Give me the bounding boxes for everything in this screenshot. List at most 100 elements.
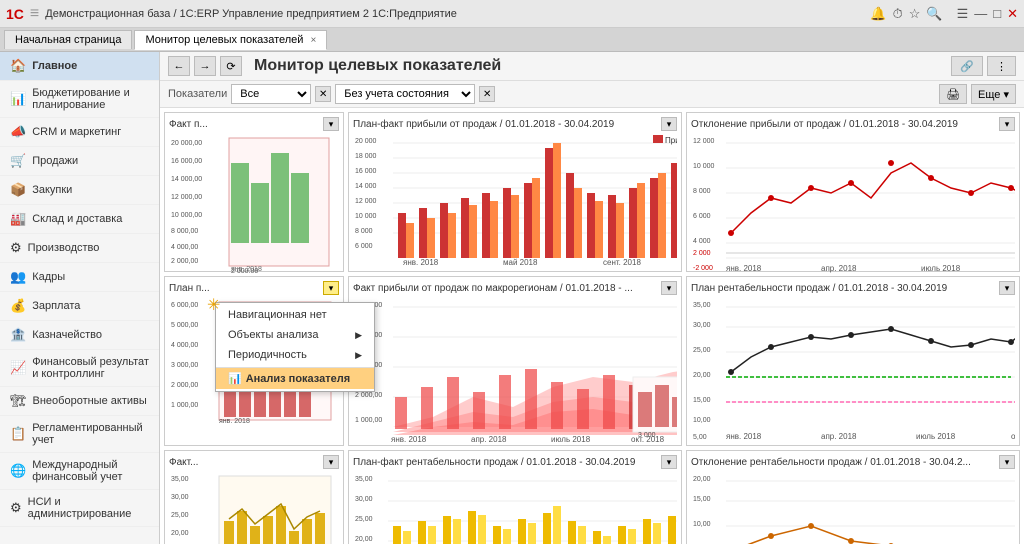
chart-deviation-profit-menu[interactable]: ▾ (999, 117, 1015, 131)
tab-close-btn[interactable]: × (311, 35, 317, 46)
chart-deviation-profit-title: Отклонение прибыли от продаж / 01.01.201… (691, 119, 958, 130)
app-logo: 1С (6, 6, 24, 22)
chart-plan-menu[interactable]: ▾ (323, 281, 339, 295)
svg-text:15,00: 15,00 (693, 496, 711, 503)
ctx-period-arrow: ▶ (355, 350, 362, 361)
svg-text:янв. 2018: янв. 2018 (726, 264, 762, 273)
chart-plan-profitability-menu[interactable]: ▾ (999, 281, 1015, 295)
chart-plan-profitability-title: План рентабельности продаж / 01.01.2018 … (691, 283, 947, 294)
svg-text:2 000,00: 2 000,00 (171, 382, 198, 389)
sidebar-item-purchases[interactable]: 📦 Закупки (0, 176, 159, 205)
link-button[interactable]: 🔗 (951, 56, 983, 76)
minimize-icon[interactable]: — (974, 6, 987, 21)
filter-indicators-select[interactable]: Все (231, 84, 311, 104)
chart-deviation-profit-inner: 12 000 10 000 8 000 6 000 4 000 (691, 133, 1015, 273)
sidebar-item-sales[interactable]: 🛒 Продажи (0, 147, 159, 176)
svg-text:янв. 2018: янв. 2018 (231, 266, 262, 273)
svg-text:20,00: 20,00 (693, 372, 711, 379)
bell-icon[interactable]: 🔔 (870, 6, 886, 22)
svg-text:35,00: 35,00 (171, 476, 189, 483)
sidebar-item-assets[interactable]: 🏗 Внеоборотные активы (0, 387, 159, 416)
refresh-button[interactable]: ⟳ (220, 56, 242, 76)
svg-text:35,00: 35,00 (355, 476, 373, 483)
tab-home[interactable]: Начальная страница (4, 30, 132, 49)
maximize-icon[interactable]: □ (993, 6, 1001, 21)
sidebar-item-warehouse[interactable]: 🏭 Склад и доставка (0, 205, 159, 234)
chart-deviationprof-svg: 20,00 15,00 10,00 5,00 (691, 471, 1015, 544)
ctx-analysis-label: Анализ показателя (246, 373, 350, 385)
chart-deviation-prof-menu[interactable]: ▾ (999, 455, 1015, 469)
forward-button[interactable]: → (194, 56, 216, 76)
sidebar-item-intl[interactable]: 🌐 Международный финансовый учет (0, 453, 159, 490)
svg-text:30,00: 30,00 (355, 496, 373, 503)
svg-text:8 000,00: 8 000,00 (171, 228, 198, 235)
menu-icon[interactable]: ☰ (957, 6, 969, 22)
chart-planfact-profit-menu[interactable]: ▾ (661, 117, 677, 131)
sidebar-item-treasury[interactable]: 🏦 Казначейство (0, 321, 159, 350)
chart-planfact-prof-menu[interactable]: ▾ (661, 455, 677, 469)
svg-text:4 000,00: 4 000,00 (171, 342, 198, 349)
close-icon[interactable]: ✕ (1007, 6, 1018, 22)
filter-status-select[interactable]: Без учета состояния (335, 84, 475, 104)
ctx-navigation[interactable]: Навигационная нет (216, 305, 374, 325)
ctx-period-label: Периодичность (228, 349, 307, 361)
search-icon[interactable]: 🔍 (926, 6, 942, 22)
content-area: ← → ⟳ Монитор целевых показателей 🔗 ⋮ По… (160, 52, 1024, 544)
chart-planfact-prof-header: План-факт рентабельности продаж / 01.01.… (353, 455, 677, 469)
admin-icon: ⚙ (10, 500, 22, 516)
chart-fact-regions-menu[interactable]: ▾ (661, 281, 677, 295)
sidebar-item-home[interactable]: 🏠 Главное (0, 52, 159, 81)
chart-fact-prof-menu[interactable]: ▾ (323, 455, 339, 469)
sidebar-item-production[interactable]: ⚙ Производство (0, 234, 159, 263)
sidebar-item-payroll[interactable]: 💰 Зарплата (0, 292, 159, 321)
svg-text:июль 2018: июль 2018 (921, 264, 961, 273)
sidebar-item-crm[interactable]: 📣 CRM и маркетинг (0, 118, 159, 147)
back-button[interactable]: ← (168, 56, 190, 76)
sidebar-item-finance[interactable]: 📈 Финансовый результат и контроллинг (0, 350, 159, 387)
filter-status-clear-btn[interactable]: ✕ (479, 86, 495, 102)
ctx-period[interactable]: Периодичность ▶ (216, 345, 374, 365)
sidebar-item-admin[interactable]: ⚙ НСИ и администрирование (0, 490, 159, 527)
ctx-objects[interactable]: Объекты анализа ▶ (216, 325, 374, 345)
chart-planfact-prof-title: План-факт рентабельности продаж / 01.01.… (353, 457, 635, 468)
filter-clear-btn[interactable]: ✕ (315, 86, 331, 102)
svg-text:10 000: 10 000 (693, 163, 715, 170)
filter-more-button[interactable]: Еще ▾ (971, 84, 1016, 104)
ctx-analysis[interactable]: 📊 Анализ показателя (216, 367, 374, 389)
star-icon[interactable]: ☆ (909, 6, 921, 22)
ctx-objects-label: Объекты анализа (228, 329, 318, 341)
sidebar-item-accounting[interactable]: 📋 Регламентированный учет (0, 416, 159, 453)
svg-text:1 000,00: 1 000,00 (171, 402, 198, 409)
chart-fact-regions-inner: 5 000,00 4 000,00 3 000,00 2 000,00 1 00… (353, 297, 677, 447)
warehouse-icon: 🏭 (10, 211, 26, 227)
chart-planfact-prof-inner: 35,00 30,00 25,00 20,00 15,00 (353, 471, 677, 544)
svg-text:10,00: 10,00 (693, 521, 711, 528)
sidebar-item-hr[interactable]: 👥 Кадры (0, 263, 159, 292)
chart-deviation-profitability: Отклонение рентабельности продаж / 01.01… (686, 450, 1020, 544)
filter-label: Показатели (168, 88, 227, 100)
svg-text:янв. 2018: янв. 2018 (726, 432, 762, 441)
svg-text:6 000,00: 6 000,00 (171, 302, 198, 309)
svg-text:апр. 2018: апр. 2018 (821, 264, 857, 273)
toolbar: ← → ⟳ Монитор целевых показателей 🔗 ⋮ (160, 52, 1024, 81)
main-layout: 🏠 Главное 📊 Бюджетирование и планировани… (0, 52, 1024, 544)
chart-fact-inner: 20 000,00 16 000,00 14 000,00 12 000,00 … (169, 133, 339, 273)
chart-fact-regions: Факт прибыли от продаж по макрорегионам … (348, 276, 682, 446)
treasury-icon: 🏦 (10, 327, 26, 343)
sidebar-item-budget[interactable]: 📊 Бюджетирование и планирование (0, 81, 159, 118)
chart-deviation-svg: 12 000 10 000 8 000 6 000 4 000 (691, 133, 1015, 273)
svg-text:20,00: 20,00 (693, 476, 711, 483)
more-button[interactable]: ⋮ (987, 56, 1016, 76)
chart-fact-svg: 20 000,00 16 000,00 14 000,00 12 000,00 … (169, 133, 337, 273)
tab-monitor[interactable]: Монитор целевых показателей × (134, 30, 327, 50)
home-icon: 🏠 (10, 58, 26, 74)
chart-fact-menu[interactable]: ▾ (323, 117, 339, 131)
svg-text:1 000,00: 1 000,00 (355, 417, 382, 424)
svg-text:Прибыль план: Прибыль план (665, 136, 677, 145)
sidebar: 🏠 Главное 📊 Бюджетирование и планировани… (0, 52, 160, 544)
print-button[interactable]: 🖨 (939, 84, 967, 104)
ctx-navigation-label: Навигационная нет (228, 309, 327, 321)
clock-icon[interactable]: ⏱ (893, 6, 903, 22)
svg-text:10,00: 10,00 (693, 417, 711, 424)
title-bar: 1С ≡ Демонстрационная база / 1С:ERP Упра… (0, 0, 1024, 28)
